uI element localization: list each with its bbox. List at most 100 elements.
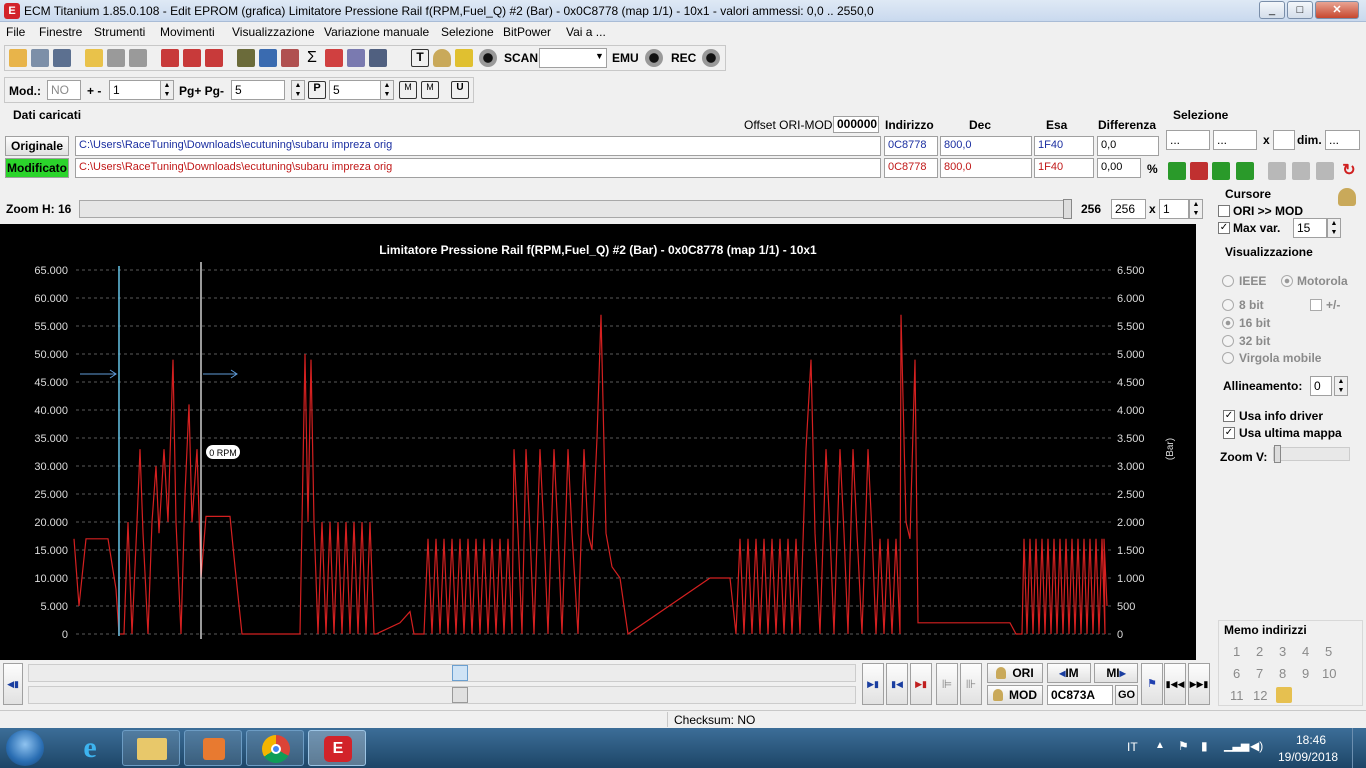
- next-icon[interactable]: ▶▮: [862, 663, 884, 705]
- memo-6[interactable]: 6: [1233, 666, 1240, 681]
- h-scrollbar-bottom[interactable]: [28, 686, 856, 704]
- modificato-button[interactable]: Modificato: [5, 158, 69, 178]
- zoom-input[interactable]: 256: [1111, 199, 1146, 219]
- selezione-end[interactable]: ...: [1213, 130, 1257, 150]
- menu-visualizzazione[interactable]: Visualizzazione: [232, 25, 315, 39]
- selezione-x-input[interactable]: [1273, 130, 1295, 150]
- taskbar-ecm-titanium[interactable]: E: [308, 730, 366, 766]
- menu-movimenti[interactable]: Movimenti: [160, 25, 215, 39]
- memo-1[interactable]: 1: [1233, 644, 1240, 659]
- emu-record-icon[interactable]: [645, 49, 663, 67]
- save-as-icon[interactable]: [129, 49, 147, 67]
- paste-special-icon[interactable]: [1316, 162, 1334, 180]
- tray-arrow-icon[interactable]: ▲: [1155, 740, 1165, 751]
- step-spinner[interactable]: ▲ ▼: [160, 80, 174, 100]
- memo-11[interactable]: 11: [1230, 688, 1244, 703]
- dim-input[interactable]: ...: [1325, 130, 1360, 150]
- max-var-spinner[interactable]: ▲ ▼: [1327, 218, 1341, 238]
- memo-8[interactable]: 8: [1279, 666, 1286, 681]
- sum-icon[interactable]: Σ: [303, 49, 321, 67]
- calc-icon[interactable]: [259, 49, 277, 67]
- rec-record-icon[interactable]: [702, 49, 720, 67]
- next-page-icon[interactable]: ▶▮: [910, 663, 932, 705]
- checksum-icon[interactable]: [161, 49, 179, 67]
- goto-address-input[interactable]: 0C873A: [1047, 685, 1113, 705]
- p-icon[interactable]: P: [308, 81, 326, 99]
- flag-icon[interactable]: ⚑: [1141, 663, 1163, 705]
- 32bit-radio[interactable]: [1222, 335, 1234, 347]
- zoom-mult-spinner[interactable]: ▲ ▼: [1189, 199, 1203, 219]
- home-icon[interactable]: [9, 49, 27, 67]
- reset-icon[interactable]: [205, 49, 223, 67]
- dropdown-arrow-icon[interactable]: ▼: [595, 51, 604, 61]
- mi-button[interactable]: MI▸: [1094, 663, 1138, 683]
- h-scrollbar-top-thumb[interactable]: [452, 665, 468, 681]
- tray-network-error-icon[interactable]: ⚑: [1178, 739, 1189, 753]
- map-icon[interactable]: [325, 49, 343, 67]
- maximize-button[interactable]: □: [1287, 1, 1313, 19]
- page-input[interactable]: 5: [231, 80, 285, 100]
- originale-button[interactable]: Originale: [5, 136, 69, 156]
- binary-icon[interactable]: [369, 49, 387, 67]
- windows-icon[interactable]: [31, 49, 49, 67]
- allineamento-spinner[interactable]: ▲ ▼: [1334, 376, 1348, 396]
- menu-variazione-manuale[interactable]: Variazione manuale: [324, 25, 429, 39]
- m2-icon[interactable]: M: [421, 81, 439, 99]
- refresh-icon[interactable]: ↻: [1340, 162, 1358, 180]
- memo-5[interactable]: 5: [1325, 644, 1332, 659]
- memo-3[interactable]: 3: [1279, 644, 1286, 659]
- first-icon[interactable]: ▮◀◀: [1164, 663, 1186, 705]
- tray-signal-icon[interactable]: ▁▃▅: [1224, 739, 1249, 752]
- motorola-radio[interactable]: [1281, 275, 1293, 287]
- menu-file[interactable]: File: [6, 25, 25, 39]
- taskbar-chrome[interactable]: [246, 730, 304, 766]
- usa-info-checkbox[interactable]: ✓: [1223, 410, 1235, 422]
- ie-icon[interactable]: e: [70, 732, 110, 764]
- edit-icon[interactable]: [281, 49, 299, 67]
- page-spinner[interactable]: ▲ ▼: [291, 80, 305, 100]
- taskbar-media[interactable]: [184, 730, 242, 766]
- ori-button[interactable]: ORI: [987, 663, 1043, 683]
- tray-volume-icon[interactable]: ◀): [1250, 739, 1263, 753]
- plusminus-checkbox[interactable]: [1310, 299, 1322, 311]
- p-spinner[interactable]: ▲ ▼: [380, 80, 394, 100]
- mod-button[interactable]: MOD: [987, 685, 1043, 705]
- align-left-icon[interactable]: ⊫: [936, 663, 958, 705]
- prev-page-icon[interactable]: ▮◀: [886, 663, 908, 705]
- record-icon[interactable]: [479, 49, 497, 67]
- memo-4[interactable]: 4: [1302, 644, 1309, 659]
- text-icon[interactable]: T: [411, 49, 429, 67]
- zoom-v-slider[interactable]: [1273, 447, 1350, 461]
- memo-edit-icon[interactable]: [1276, 687, 1292, 703]
- mod-field[interactable]: NO: [47, 80, 81, 100]
- menu-strumenti[interactable]: Strumenti: [94, 25, 145, 39]
- taskbar-explorer[interactable]: [122, 730, 180, 766]
- select-cut-icon[interactable]: [1190, 162, 1208, 180]
- zoom-h-slider[interactable]: [79, 200, 1071, 218]
- menu-bitpower[interactable]: BitPower: [503, 25, 551, 39]
- memo-9[interactable]: 9: [1302, 666, 1309, 681]
- select-h-icon[interactable]: [1212, 162, 1230, 180]
- im-button[interactable]: ◂IM: [1047, 663, 1091, 683]
- step-input[interactable]: 1: [109, 80, 161, 100]
- tray-power-icon[interactable]: ▮: [1201, 739, 1208, 753]
- save-icon[interactable]: [107, 49, 125, 67]
- map-graph[interactable]: Limitatore Pressione Rail f(RPM,Fuel_Q) …: [0, 224, 1196, 660]
- open-folder-icon[interactable]: [85, 49, 103, 67]
- run-icon[interactable]: [455, 49, 473, 67]
- selezione-start[interactable]: ...: [1166, 130, 1210, 150]
- lock-icon[interactable]: [433, 49, 451, 67]
- max-var-input[interactable]: 15: [1293, 218, 1327, 238]
- graph-icon[interactable]: [347, 49, 365, 67]
- menu-finestre[interactable]: Finestre: [39, 25, 82, 39]
- clock-date[interactable]: 19/09/2018: [1278, 750, 1338, 764]
- go-button[interactable]: GO: [1115, 685, 1138, 705]
- undo-icon[interactable]: [183, 49, 201, 67]
- menu-vai-a[interactable]: Vai a ...: [566, 25, 606, 39]
- memo-12[interactable]: 12: [1253, 688, 1267, 703]
- p-input[interactable]: 5: [329, 80, 381, 100]
- minimize-button[interactable]: _: [1259, 1, 1285, 19]
- last-icon[interactable]: ▶▶▮: [1188, 663, 1210, 705]
- menu-selezione[interactable]: Selezione: [441, 25, 494, 39]
- m-icon[interactable]: M: [399, 81, 417, 99]
